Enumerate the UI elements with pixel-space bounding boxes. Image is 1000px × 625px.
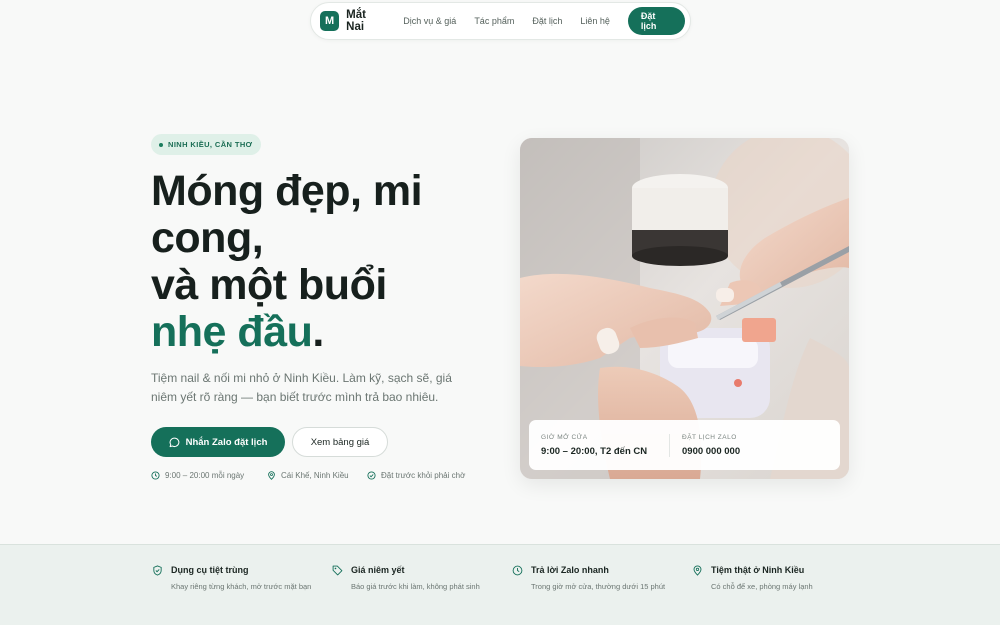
logo-mark[interactable]: M	[320, 11, 340, 31]
map-pin-icon	[268, 471, 275, 480]
meta-booking: Đặt trước khỏi phải chờ	[367, 471, 465, 480]
features-strip: Dụng cụ tiệt trùng Khay riêng từng khách…	[0, 544, 1000, 625]
zalo-book-button[interactable]: Nhắn Zalo đặt lịch	[151, 427, 285, 457]
nav-link-portfolio[interactable]: Tác phẩm	[474, 16, 514, 26]
nav-book-button[interactable]: Đặt lịch	[627, 7, 685, 35]
info-card: GIỜ MỞ CỬA 9:00 – 20:00, T2 đến CN ĐẶT L…	[529, 420, 840, 470]
top-nav: M Mắt Nai Dịch vụ & giá Tác phẩm Đặt lịc…	[310, 2, 691, 40]
feature-sterile-tools: Dụng cụ tiệt trùng Khay riêng từng khách…	[152, 565, 322, 593]
feature-title: Dụng cụ tiệt trùng	[171, 565, 249, 575]
headline-line-1: Móng đẹp, mi	[151, 167, 423, 215]
brand-name[interactable]: Mắt Nai	[346, 9, 385, 33]
feature-desc: Trong giờ mở cửa, thường dưới 15 phút	[531, 582, 666, 591]
zalo-phone[interactable]: 0900 000 000	[682, 446, 829, 457]
hours-block: GIỜ MỞ CỬA 9:00 – 20:00, T2 đến CN	[529, 434, 669, 457]
badge-text: NINH KIỀU, CẦN THƠ	[168, 140, 253, 149]
nav-link-services[interactable]: Dịch vụ & giá	[403, 16, 456, 26]
headline-accent: nhẹ đầu	[151, 308, 313, 356]
feature-desc: Báo giá trước khi làm, không phát sinh	[351, 582, 480, 591]
feature-fast-reply: Trả lời Zalo nhanh Trong giờ mở cửa, thư…	[512, 565, 682, 593]
headline-line-2: cong,	[151, 214, 264, 262]
shield-check-icon	[153, 565, 162, 576]
zalo-label: ĐẶT LỊCH ZALO	[682, 433, 737, 441]
feature-desc: Có chỗ để xe, phòng máy lạnh	[711, 582, 813, 591]
hero-lead: Tiệm nail & nối mi nhỏ ở Ninh Kiều. Làm …	[151, 371, 452, 404]
badge-dot	[159, 142, 163, 147]
map-pin-icon	[693, 565, 702, 576]
tag-icon	[332, 565, 343, 576]
clock-icon	[151, 471, 160, 480]
meta-location-text: Cái Khế, Ninh Kiều	[281, 471, 349, 480]
meta-booking-text: Đặt trước khỏi phải chờ	[381, 471, 466, 480]
feature-listed-prices: Giá niêm yết Báo giá trước khi làm, khôn…	[332, 565, 502, 593]
location-badge: NINH KIỀU, CẦN THƠ	[151, 134, 262, 155]
headline-period: .	[312, 308, 324, 356]
zalo-book-label: Nhắn Zalo đặt lịch	[185, 436, 268, 448]
meta-hours-text: 9:00 – 20:00 mỗi ngày	[165, 471, 245, 480]
clock-icon	[512, 565, 523, 576]
check-circle-icon	[367, 471, 376, 480]
hero-headline: Móng đẹp, mi cong, và một buổi nhẹ đầu.	[151, 168, 491, 356]
nav-link-booking[interactable]: Đặt lịch	[532, 16, 562, 26]
meta-hours: 9:00 – 20:00 mỗi ngày	[151, 471, 244, 480]
meta-location: Cái Khế, Ninh Kiều	[267, 471, 349, 480]
feature-desc: Khay riêng từng khách, mở trước mặt bạn	[171, 582, 312, 591]
hours-label: GIỜ MỞ CỬA	[541, 433, 588, 441]
headline-line-4: nhẹ đầu.	[151, 309, 491, 356]
nav-link-contact[interactable]: Liên hệ	[580, 16, 610, 26]
feature-real-shop: Tiệm thật ở Ninh Kiều Có chỗ để xe, phòn…	[692, 565, 862, 593]
hours-value: 9:00 – 20:00, T2 đến CN	[541, 445, 648, 457]
headline-line-3: và một buổi	[151, 261, 387, 309]
view-prices-button[interactable]: Xem bảng giá	[292, 427, 388, 457]
chat-bubble-icon	[169, 437, 179, 447]
feature-title: Giá niêm yết	[351, 565, 405, 575]
hero-photo: GIỜ MỞ CỬA 9:00 – 20:00, T2 đến CN ĐẶT L…	[520, 138, 849, 479]
zalo-block: ĐẶT LỊCH ZALO 0900 000 000	[669, 433, 829, 457]
feature-title: Trả lời Zalo nhanh	[531, 565, 609, 575]
feature-title: Tiệm thật ở Ninh Kiều	[711, 565, 805, 575]
